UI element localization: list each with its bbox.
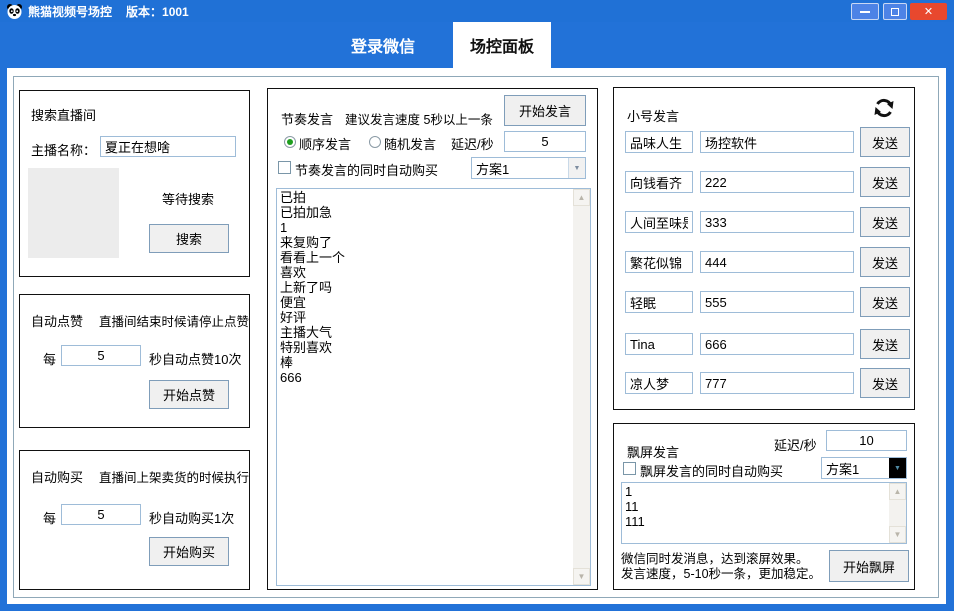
auto-like-hint: 直播间结束时候请停止点赞 [99,311,249,330]
radio-random-speak[interactable] [369,136,381,148]
float-message-box: 1 11 111 ▲ ▼ [621,482,907,544]
alt-message-input[interactable] [700,131,854,153]
alt-name-input[interactable] [625,171,693,193]
send-button[interactable]: 发送 [860,207,910,237]
rhythm-delay-input[interactable] [504,131,586,152]
group-float-screen: 飘屏发言 延迟/秒 飘屏发言的同时自动购买 方案1 ▼ 1 11 111 ▲ ▼… [613,423,915,590]
chevron-down-icon[interactable]: ▼ [889,458,906,478]
tab-band: 登录微信 场控面板 到期时间:2023-05-09 19:13:25 [0,22,954,68]
alt-accounts-title: 小号发言 [627,106,679,125]
maximize-icon [891,8,899,16]
anchor-name-input[interactable] [100,136,236,157]
float-plan-combobox[interactable]: 方案1 ▼ [821,457,907,479]
alt-message-input[interactable] [700,291,854,313]
rhythm-plan-value: 方案1 [472,159,568,178]
float-title: 飘屏发言 [627,442,679,461]
float-autobuy-checkbox[interactable] [623,462,636,475]
start-speak-button[interactable]: 开始发言 [504,95,586,126]
send-button[interactable]: 发送 [860,287,910,317]
scroll-up-icon[interactable]: ▲ [573,189,590,206]
rhythm-autobuy-label: 节奏发言的同时自动购买 [295,160,438,179]
title-bar: 熊猫视频号场控 版本：1001 ✕ [0,0,954,22]
refresh-icon[interactable] [872,96,896,120]
tab-login-wechat[interactable]: 登录微信 [323,22,443,68]
live-room-thumbnail [28,168,119,258]
tab-control-panel[interactable]: 场控面板 [453,22,551,68]
auto-like-title: 自动点赞 [31,311,83,330]
search-status-text: 等待搜索 [162,189,214,208]
auto-buy-hint: 直播间上架卖货的时候执行 [99,467,249,486]
float-delay-input[interactable] [826,430,907,451]
auto-buy-every-label: 每 [43,508,56,527]
alt-message-input[interactable] [700,333,854,355]
alt-name-input[interactable] [625,333,693,355]
rhythm-delay-label: 延迟/秒 [451,134,494,153]
float-note-line2: 发言速度，5-10秒一条，更加稳定。 [621,563,821,582]
window-title: 熊猫视频号场控 [28,3,112,20]
send-button[interactable]: 发送 [860,329,910,359]
panda-logo-icon [6,3,23,20]
alt-name-input[interactable] [625,251,693,273]
start-like-button[interactable]: 开始点赞 [149,380,229,409]
auto-buy-suffix: 秒自动购买1次 [149,508,234,527]
float-autobuy-label: 飘屏发言的同时自动购买 [640,461,783,480]
send-button[interactable]: 发送 [860,247,910,277]
alt-name-input[interactable] [625,131,693,153]
float-delay-label: 延迟/秒 [774,435,817,454]
auto-like-every-label: 每 [43,349,56,368]
radio-random-label: 随机发言 [384,134,436,153]
rhythm-message-box: 已拍 已拍加急 1 来复购了 看看上一个 喜欢 上新了吗 便宜 好评 主播大气 … [276,188,591,586]
auto-like-interval-input[interactable] [61,345,141,366]
maximize-button[interactable] [883,3,907,20]
scroll-down-icon[interactable]: ▼ [889,526,906,543]
auto-like-suffix: 秒自动点赞10次 [149,349,241,368]
rhythm-plan-combobox[interactable]: 方案1 ▼ [471,157,586,179]
alt-message-input[interactable] [700,372,854,394]
auto-buy-interval-input[interactable] [61,504,141,525]
send-button[interactable]: 发送 [860,368,910,398]
group-rhythm-speak: 节奏发言 建议发言速度 5秒以上一条 开始发言 顺序发言 随机发言 延迟/秒 节… [267,88,598,590]
group-search-liveroom: 搜索直播间 主播名称： 等待搜索 搜索 [19,90,250,277]
tab-panel-label: 场控面板 [470,33,534,57]
group-auto-like: 自动点赞 直播间结束时候请停止点赞 每 秒自动点赞10次 开始点赞 [19,294,250,428]
alt-name-input[interactable] [625,372,693,394]
close-icon: ✕ [924,5,933,18]
start-float-button[interactable]: 开始飘屏 [829,550,909,582]
alt-message-input[interactable] [700,211,854,233]
float-scrollbar[interactable]: ▲ ▼ [889,483,906,543]
minimize-icon [860,11,870,13]
scroll-down-icon[interactable]: ▼ [573,568,590,585]
rhythm-hint: 建议发言速度 5秒以上一条 [345,109,493,128]
float-messages-textarea[interactable]: 1 11 111 [622,483,889,543]
alt-message-input[interactable] [700,251,854,273]
auto-buy-title: 自动购买 [31,467,83,486]
send-button[interactable]: 发送 [860,167,910,197]
float-plan-value: 方案1 [822,459,889,478]
chevron-down-icon[interactable]: ▼ [568,158,585,178]
start-buy-button[interactable]: 开始购买 [149,537,229,566]
rhythm-title: 节奏发言 [281,109,333,128]
alt-name-input[interactable] [625,211,693,233]
alt-name-input[interactable] [625,291,693,313]
search-button[interactable]: 搜索 [149,224,229,253]
group-auto-buy: 自动购买 直播间上架卖货的时候执行 每 秒自动购买1次 开始购买 [19,450,250,590]
alt-message-input[interactable] [700,171,854,193]
tab-login-label: 登录微信 [351,33,415,57]
window-version: 版本：1001 [126,3,189,20]
anchor-name-label: 主播名称： [31,140,96,159]
app-window: 熊猫视频号场控 版本：1001 ✕ 登录微信 场控面板 到期时间:2023-05… [0,0,954,611]
minimize-button[interactable] [851,3,879,20]
send-button[interactable]: 发送 [860,127,910,157]
radio-sequential-speak[interactable] [284,136,296,148]
group-alt-accounts: 小号发言 发送 发送 发送 发送 发送 发送 发送 [613,87,915,410]
search-group-title: 搜索直播间 [31,105,96,124]
rhythm-scrollbar[interactable]: ▲ ▼ [573,189,590,585]
scroll-up-icon[interactable]: ▲ [889,483,906,500]
rhythm-autobuy-checkbox[interactable] [278,161,291,174]
rhythm-messages-textarea[interactable]: 已拍 已拍加急 1 来复购了 看看上一个 喜欢 上新了吗 便宜 好评 主播大气 … [277,189,573,585]
close-button[interactable]: ✕ [910,3,947,20]
radio-sequential-label: 顺序发言 [299,134,351,153]
